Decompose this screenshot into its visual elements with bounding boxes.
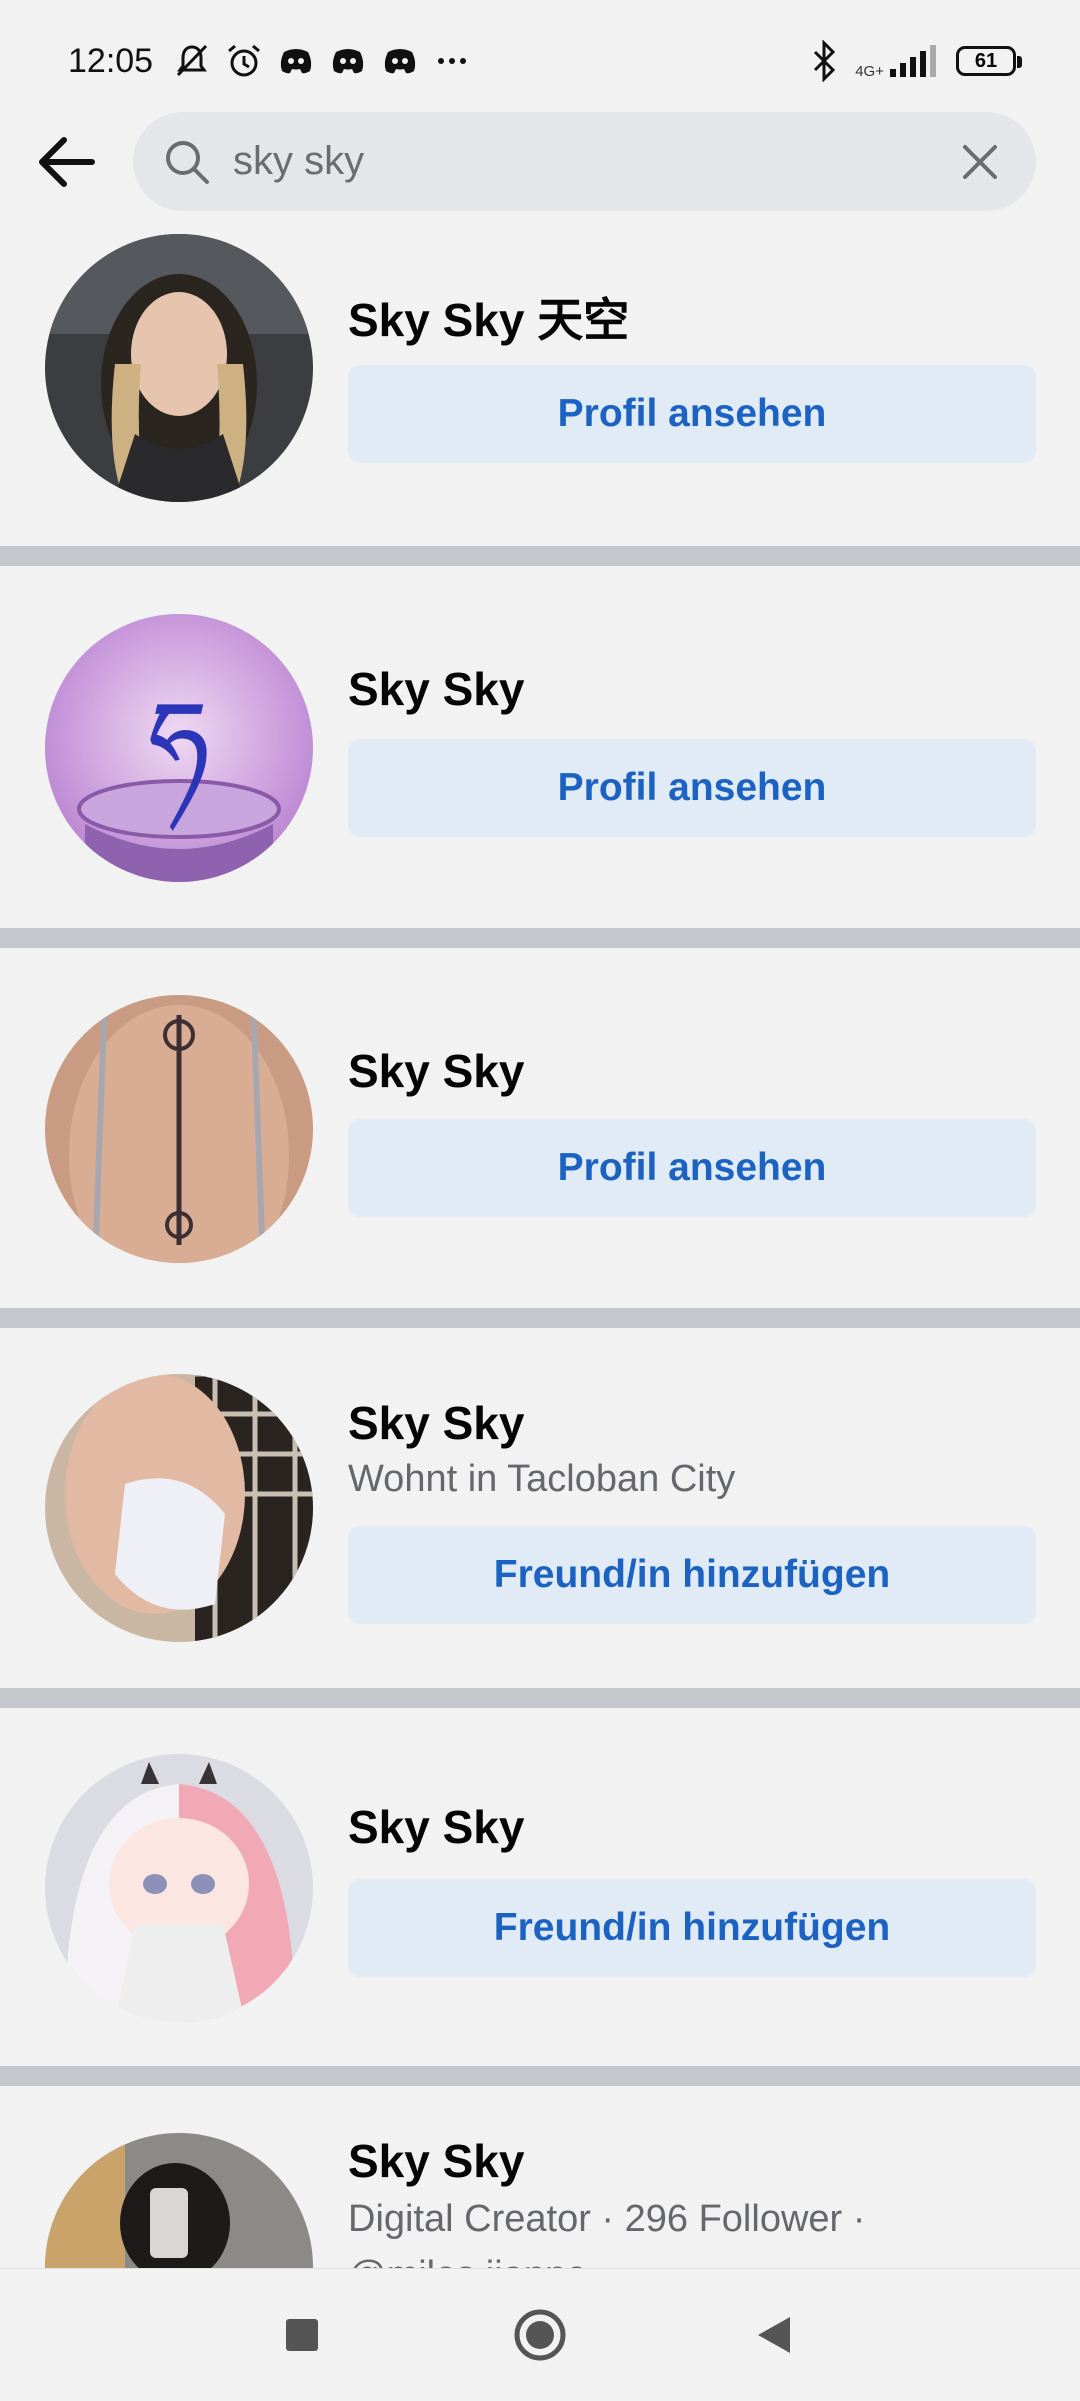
add-friend-button[interactable]: Freund/in hinzufügen	[348, 1879, 1036, 1977]
profile-photo	[45, 1754, 313, 2022]
result-name[interactable]: Sky Sky	[348, 1800, 524, 1854]
home-circle-icon	[514, 2309, 566, 2361]
discord-icon	[332, 49, 364, 74]
recents-button[interactable]	[262, 2299, 342, 2371]
profile-photo: ཧ	[45, 614, 313, 882]
avatar[interactable]	[45, 1754, 313, 2022]
view-profile-button[interactable]: Profil ansehen	[348, 739, 1036, 837]
back-button[interactable]	[30, 130, 102, 194]
result-subtitle: Digital Creator · 296 Follower ·	[348, 2198, 866, 2240]
result-name[interactable]: Sky Sky	[348, 662, 524, 716]
profile-photo	[45, 2133, 313, 2268]
bluetooth-icon	[814, 40, 836, 82]
search-result-card[interactable]: Sky Sky Wohnt in Tacloban City Freund/in…	[0, 1328, 1080, 1688]
arrow-left-icon	[39, 137, 95, 187]
result-divider	[0, 928, 1080, 948]
system-nav-bar	[0, 2268, 1080, 2401]
result-name[interactable]: Sky Sky 天空	[348, 284, 629, 350]
recents-square-icon	[286, 2319, 318, 2351]
back-nav-button[interactable]	[734, 2299, 814, 2371]
back-triangle-icon	[758, 2317, 790, 2353]
discord-icon	[384, 49, 416, 74]
close-icon	[963, 145, 997, 179]
search-result-card[interactable]: Sky Sky Freund/in hinzufügen	[0, 1708, 1080, 2066]
result-name[interactable]: Sky Sky	[348, 2134, 524, 2188]
search-icon	[166, 141, 209, 184]
result-divider	[0, 1688, 1080, 1708]
search-result-card[interactable]: Sky Sky 天空 Profil ansehen	[0, 216, 1080, 546]
result-name[interactable]: Sky Sky	[348, 1396, 524, 1450]
result-divider	[0, 546, 1080, 566]
avatar[interactable]	[45, 2133, 313, 2268]
profile-photo	[45, 1374, 313, 1642]
result-divider	[0, 2066, 1080, 2086]
avatar[interactable]	[45, 234, 313, 502]
status-bar: 12:05 4G+ 61	[0, 0, 1080, 110]
more-icon	[438, 58, 467, 64]
search-header: sky sky	[0, 112, 1080, 212]
discord-icon	[280, 49, 312, 74]
battery-level: 61	[974, 49, 998, 72]
home-button[interactable]	[500, 2299, 580, 2371]
result-subtitle: Wohnt in Tacloban City	[348, 1458, 736, 1500]
result-divider	[0, 1308, 1080, 1328]
search-input[interactable]: sky sky	[133, 112, 1036, 211]
search-result-card[interactable]: ཧ Sky Sky Profil ansehen	[0, 566, 1080, 928]
search-result-card[interactable]: Sky Sky Digital Creator · 296 Follower ·…	[0, 2086, 1080, 2268]
view-profile-button[interactable]: Profil ansehen	[348, 365, 1036, 463]
search-query[interactable]: sky sky	[233, 112, 364, 211]
battery-icon: 61	[956, 46, 1022, 76]
alarm-icon	[228, 44, 261, 77]
result-subtitle-handle: @miles.jianne	[348, 2254, 587, 2268]
profile-photo	[45, 995, 313, 1263]
status-time: 12:05	[68, 41, 154, 80]
signal-icon	[890, 45, 936, 77]
mute-bell-icon	[177, 44, 208, 77]
add-friend-button[interactable]: Freund/in hinzufügen	[348, 1526, 1036, 1624]
clear-search-button[interactable]	[952, 134, 1008, 190]
avatar[interactable]	[45, 1374, 313, 1642]
avatar[interactable]: ཧ	[45, 614, 313, 882]
search-result-card[interactable]: Sky Sky Profil ansehen	[0, 948, 1080, 1308]
profile-photo	[45, 234, 313, 502]
avatar[interactable]	[45, 995, 313, 1263]
result-name[interactable]: Sky Sky	[348, 1044, 524, 1098]
view-profile-button[interactable]: Profil ansehen	[348, 1119, 1036, 1217]
network-type: 4G+	[855, 63, 884, 80]
